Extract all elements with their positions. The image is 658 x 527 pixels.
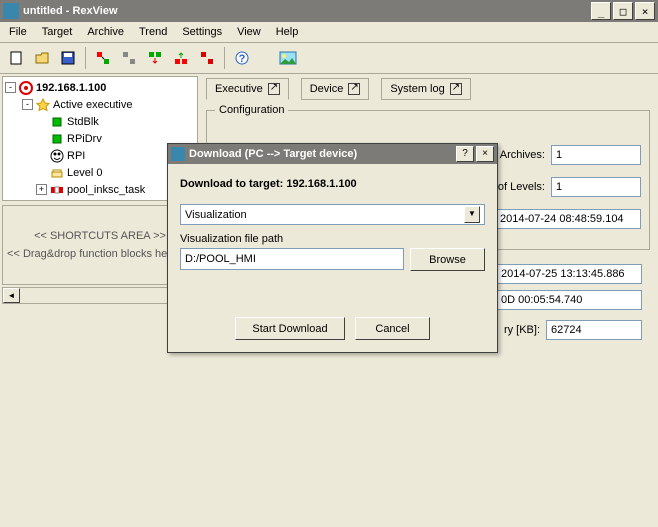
chevron-down-icon[interactable]: ▼ [464,206,480,223]
close-button[interactable]: × [635,2,655,20]
browse-button[interactable]: Browse [410,248,485,271]
dialog-heading: Download to target: 192.168.1.100 [180,176,485,190]
popout-icon[interactable] [268,83,280,95]
target-icon [19,81,33,95]
archives-input[interactable] [551,145,641,165]
image-button[interactable] [276,46,300,70]
driver-icon [50,149,64,163]
minimize-button[interactable]: _ [591,2,611,20]
module-icon [50,132,64,146]
svg-text:?: ? [239,53,246,65]
dialog-help-button[interactable]: ? [456,146,474,162]
tree-active-exec[interactable]: - Active executive [5,96,195,113]
exec-icon [36,98,50,112]
dialog-titlebar[interactable]: Download (PC --> Target device) ? × [168,144,497,164]
tree-item-label: pool_inksc_task [67,184,145,196]
open-button[interactable] [30,46,54,70]
download-dialog: Download (PC --> Target device) ? × Down… [167,143,498,353]
tree-item-label: Level 0 [67,167,102,179]
dialog-close-button[interactable]: × [476,146,494,162]
menu-target[interactable]: Target [35,24,80,40]
configuration-legend: Configuration [215,104,288,116]
disconnect-button[interactable] [117,46,141,70]
download-button[interactable] [143,46,167,70]
menu-settings[interactable]: Settings [175,24,229,40]
cancel-button[interactable]: Cancel [355,317,430,340]
memory-input[interactable] [546,320,642,340]
window-title: untitled - RexView [23,5,591,17]
memory-label: ry [KB]: [504,324,540,336]
connect-button[interactable] [91,46,115,70]
dialog-body: Download to target: 192.168.1.100 Visual… [168,164,497,352]
save-button[interactable] [56,46,80,70]
levels-input[interactable] [551,177,641,197]
expand-icon[interactable]: + [36,184,47,195]
tree-item-label: RPI [67,150,85,162]
path-input[interactable] [180,248,404,270]
tab-executive[interactable]: Executive [206,78,289,100]
menu-view[interactable]: View [230,24,268,40]
field-memory: ry [KB]: [496,320,642,340]
shortcuts-label2: << Drag&drop function blocks here >> [7,248,193,260]
tree-root-label: 192.168.1.100 [36,82,106,94]
timestamp2-input[interactable] [496,264,642,284]
window-buttons: _ □ × [591,2,655,20]
shortcuts-label1: << SHORTCUTS AREA >> [34,230,166,242]
menu-help[interactable]: Help [269,24,306,40]
type-select[interactable]: Visualization ▼ [180,204,485,225]
task-icon [50,183,64,197]
menu-file[interactable]: File [2,24,34,40]
timestamp1-input[interactable] [495,209,641,229]
titlebar: untitled - RexView _ □ × [0,0,658,22]
new-button[interactable] [4,46,28,70]
tab-systemlog[interactable]: System log [381,78,470,100]
popout-icon[interactable] [348,83,360,95]
collapse-icon[interactable]: - [22,99,33,110]
upload-button[interactable] [169,46,193,70]
scroll-left-button[interactable]: ◄ [3,288,20,303]
popout-icon[interactable] [450,83,462,95]
type-select-value: Visualization [185,209,247,221]
menu-trend[interactable]: Trend [132,24,174,40]
tree-active-exec-label: Active executive [53,99,132,111]
help-button[interactable]: ? [230,46,254,70]
tree-root[interactable]: - 192.168.1.100 [5,79,195,96]
tree-item-label: StdBlk [67,116,99,128]
dialog-title: Download (PC --> Target device) [189,148,454,160]
level-icon [50,166,64,180]
start-download-button[interactable]: Start Download [235,317,345,340]
sync-button[interactable] [195,46,219,70]
app-icon [3,3,19,19]
collapse-icon[interactable]: - [5,82,16,93]
menu-archive[interactable]: Archive [80,24,131,40]
tab-device[interactable]: Device [301,78,370,100]
path-label: Visualization file path [180,233,485,245]
tree-item-stdblk[interactable]: StdBlk [5,113,195,130]
module-icon [50,115,64,129]
tree-item-label: RPiDrv [67,133,102,145]
menubar: File Target Archive Trend Settings View … [0,22,658,43]
maximize-button[interactable]: □ [613,2,633,20]
toolbar: ? [0,43,658,74]
uptime-input[interactable] [496,290,642,310]
dialog-icon [171,147,185,161]
